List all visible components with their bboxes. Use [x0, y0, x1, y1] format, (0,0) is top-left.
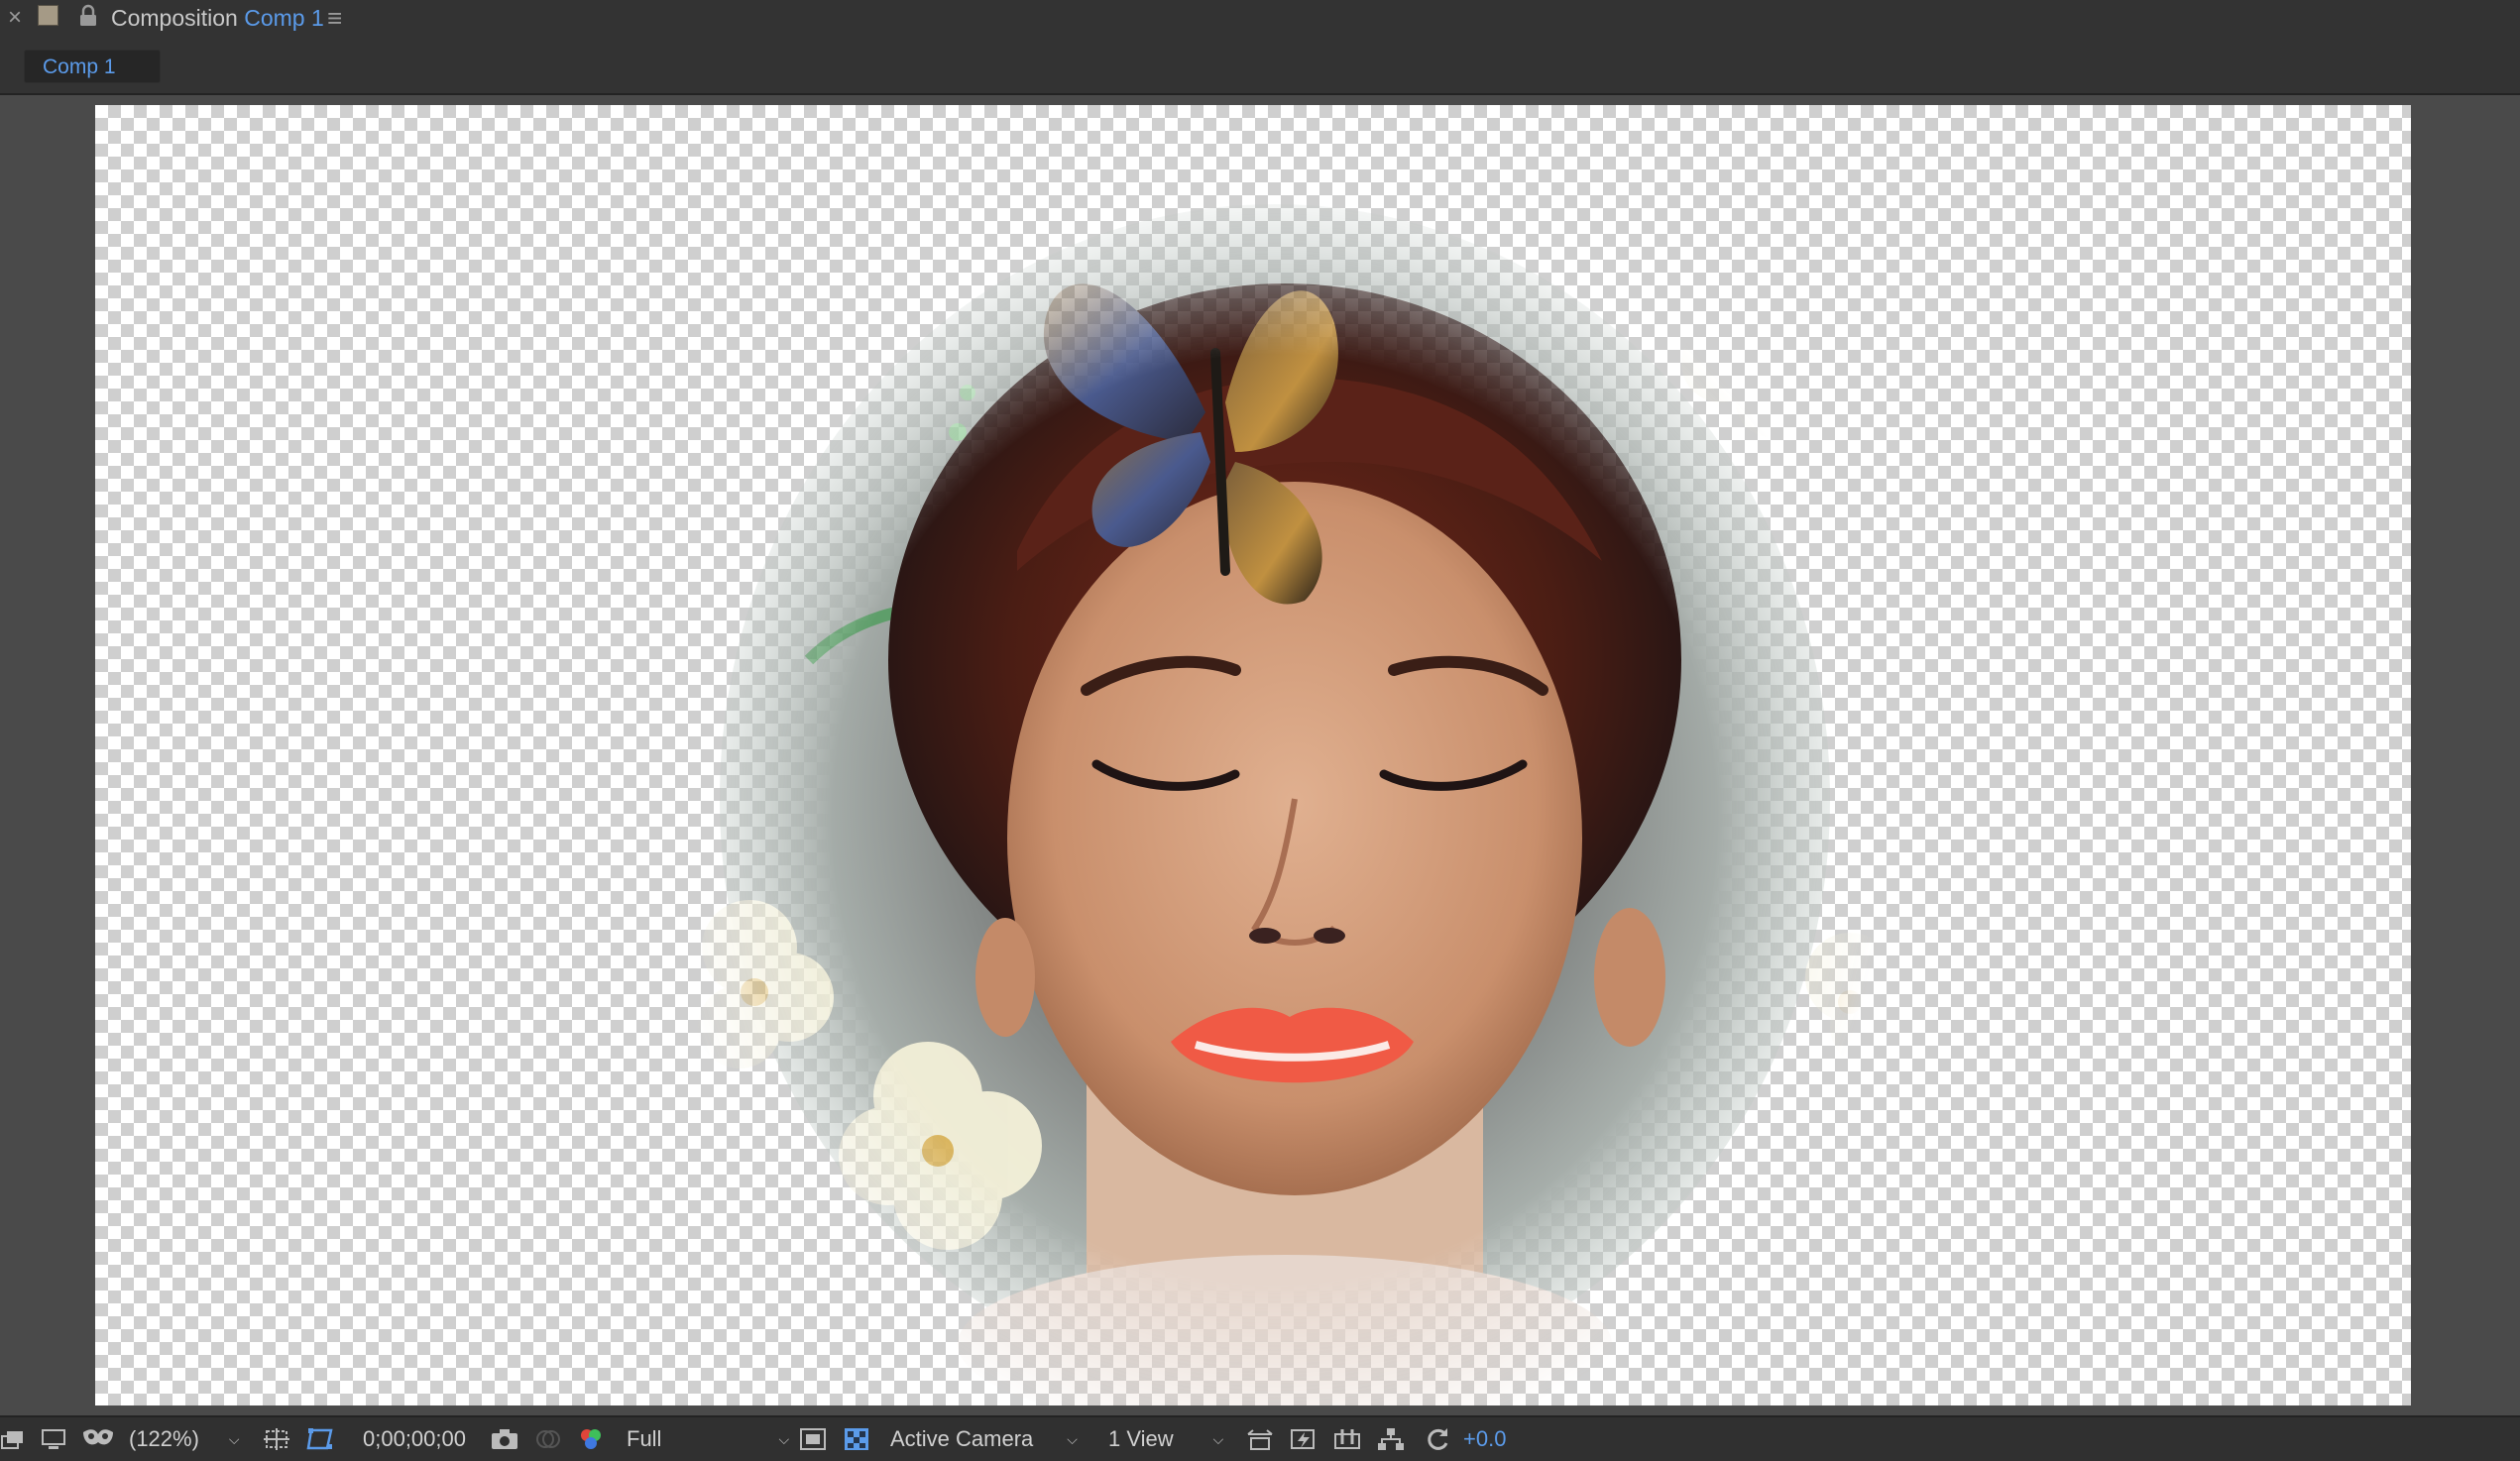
- exposure-value[interactable]: +0.0: [1463, 1417, 1506, 1461]
- tab-comp-1[interactable]: Comp 1: [24, 50, 161, 83]
- resolution-select[interactable]: Full ⌵: [627, 1417, 789, 1461]
- reset-exposure-icon[interactable]: [1424, 1417, 1451, 1461]
- always-preview-icon[interactable]: [0, 1417, 26, 1461]
- timecode[interactable]: 0;00;00;00: [363, 1417, 466, 1461]
- panel-title: Composition Comp 1: [111, 4, 324, 32]
- composition-canvas[interactable]: [95, 105, 2411, 1405]
- transparency-grid-icon[interactable]: [843, 1417, 870, 1461]
- magnification-value: (122%): [129, 1426, 199, 1451]
- panel-title-prefix: Composition: [111, 5, 238, 31]
- panel-title-comp[interactable]: Comp 1: [244, 5, 324, 31]
- composition-tab-bar: Comp 1: [0, 38, 2520, 95]
- viewer-toolbar: (122%) ⌵ 0;00;00;00 Full ⌵ Active Camera…: [0, 1415, 2520, 1461]
- composition-viewer[interactable]: [0, 95, 2520, 1415]
- panel-menu-icon[interactable]: ≡: [327, 4, 342, 32]
- chevron-down-icon: ⌵: [778, 1430, 790, 1447]
- resolution-value: Full: [627, 1426, 662, 1451]
- show-snapshot-icon[interactable]: [533, 1417, 561, 1461]
- camera-value: Active Camera: [890, 1426, 1034, 1451]
- lock-icon[interactable]: [77, 4, 99, 28]
- reset-view-icon[interactable]: [1245, 1417, 1275, 1461]
- view-layout-select[interactable]: 1 View ⌵: [1108, 1417, 1223, 1461]
- view-layout-value: 1 View: [1108, 1426, 1174, 1451]
- magnification-select[interactable]: (122%) ⌵: [129, 1417, 240, 1461]
- monitor-icon[interactable]: [40, 1417, 67, 1461]
- mask-toggle-icon[interactable]: [81, 1417, 115, 1461]
- mask-path-icon[interactable]: [305, 1417, 335, 1461]
- close-panel-icon[interactable]: ×: [4, 4, 26, 32]
- portrait-image: [698, 157, 1909, 1405]
- timeline-icon[interactable]: [1332, 1417, 1362, 1461]
- camera-select[interactable]: Active Camera ⌵: [890, 1417, 1078, 1461]
- flowchart-icon[interactable]: [1376, 1417, 1406, 1461]
- chevron-down-icon: ⌵: [1067, 1430, 1078, 1447]
- grid-guides-icon[interactable]: [262, 1417, 291, 1461]
- region-of-interest-icon[interactable]: [799, 1417, 827, 1461]
- fast-previews-icon[interactable]: [1289, 1417, 1318, 1461]
- composition-color-swatch: [38, 5, 58, 26]
- snapshot-icon[interactable]: [490, 1417, 519, 1461]
- chevron-down-icon: ⌵: [228, 1430, 240, 1447]
- panel-header: × Composition Comp 1 ≡: [0, 0, 2520, 39]
- color-channels-icon[interactable]: [577, 1417, 605, 1461]
- chevron-down-icon: ⌵: [1212, 1430, 1224, 1447]
